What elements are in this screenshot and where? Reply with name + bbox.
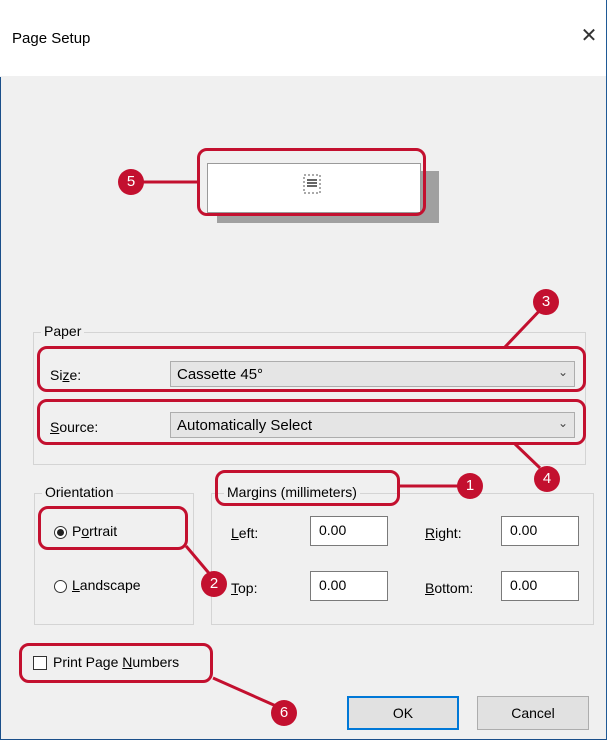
callout-4-badge: 4 [534,466,560,492]
callout-3-badge: 3 [533,289,559,315]
callout-connectors [143,180,546,708]
callout-5-badge: 5 [118,169,144,195]
callout-2-badge: 2 [201,571,227,597]
callout-6-badge: 6 [271,700,297,726]
callout-1-badge: 1 [457,473,483,499]
